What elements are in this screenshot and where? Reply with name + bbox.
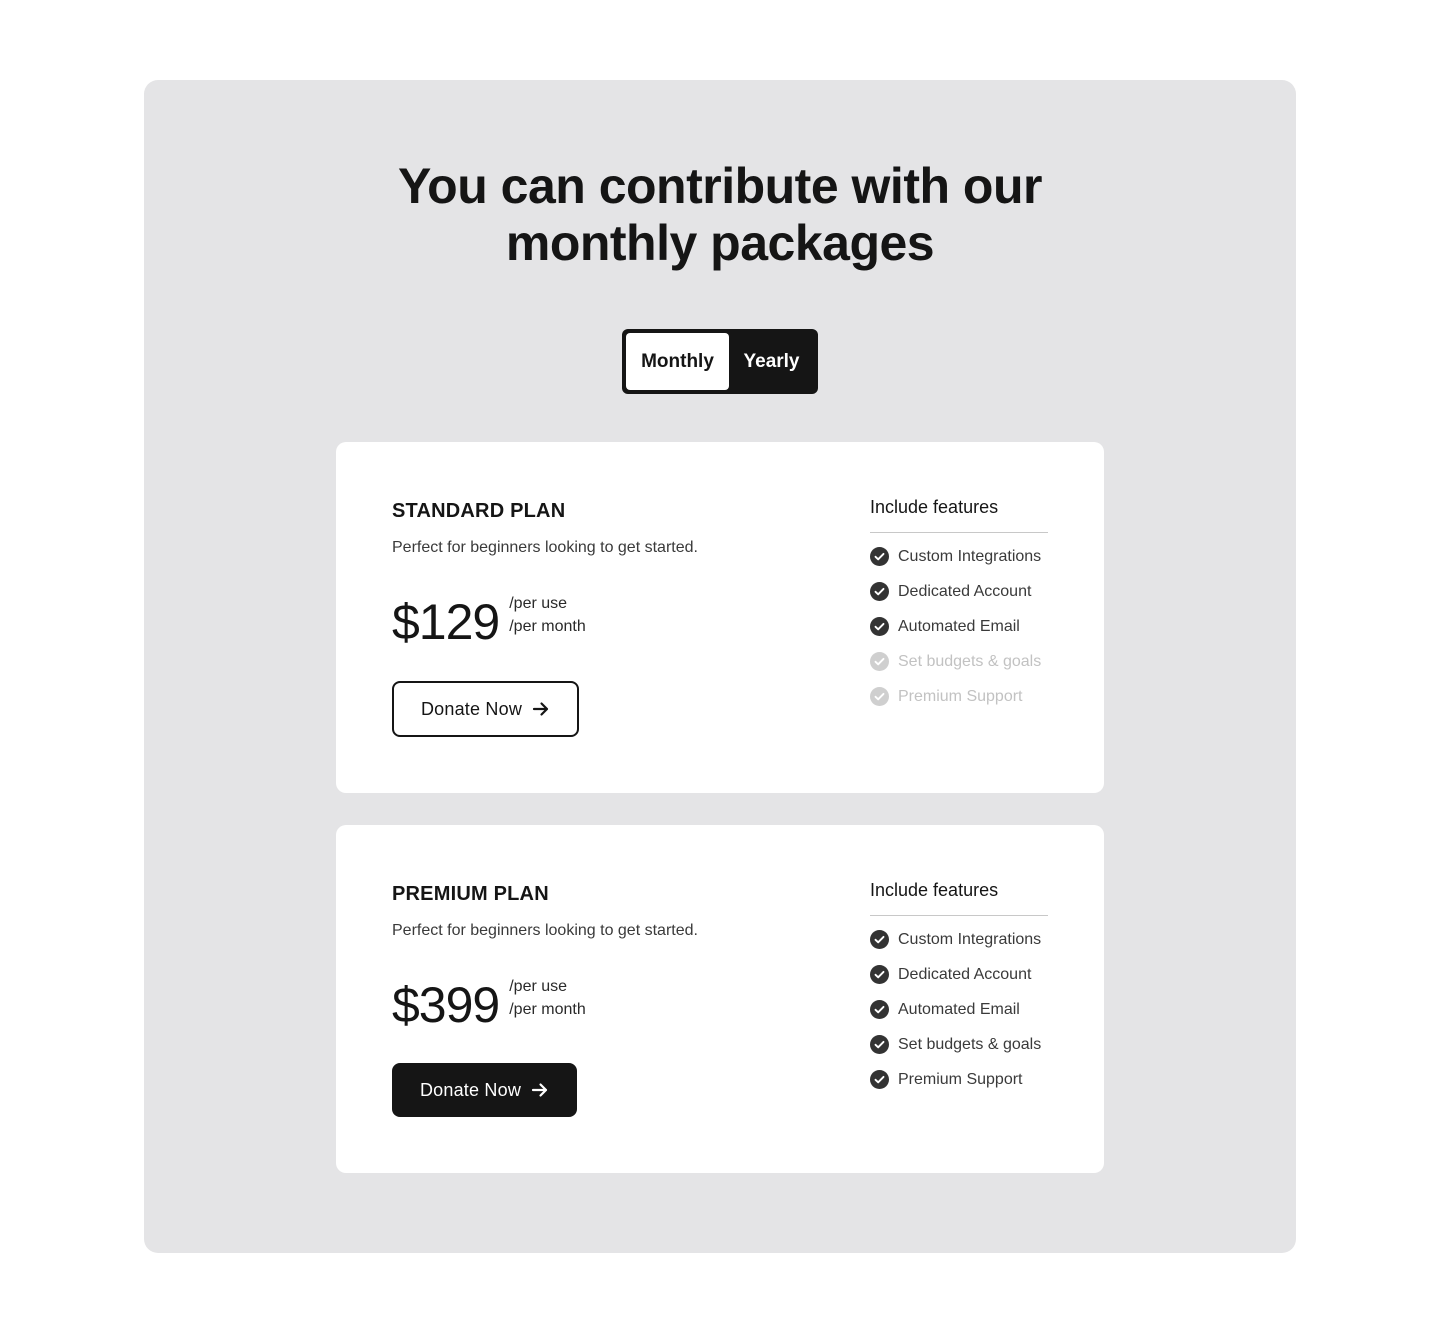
price-notes: /per use /per month: [509, 592, 585, 638]
feature-item-disabled: Set budgets & goals: [870, 644, 1048, 679]
check-circle-icon: [870, 1070, 889, 1089]
price-note-per-use: /per use: [509, 978, 568, 995]
pricing-section: You can contribute with our monthly pack…: [144, 80, 1296, 1253]
feature-label: Dedicated Account: [898, 582, 1032, 600]
plan-description: Perfect for beginners looking to get sta…: [392, 539, 698, 556]
check-circle-icon: [870, 1035, 889, 1054]
feature-item-disabled: Premium Support: [870, 679, 1048, 714]
feature-item: Custom Integrations: [870, 922, 1048, 957]
features-title: Include features: [870, 497, 1048, 533]
plan-price: $399: [392, 977, 500, 1033]
features-panel: Include features Custom Integrations Ded…: [870, 497, 1048, 714]
plan-description: Perfect for beginners looking to get sta…: [392, 922, 698, 939]
features-list: Custom Integrations Dedicated Account Au…: [870, 539, 1048, 714]
page-title-line-2: monthly packages: [505, 215, 935, 271]
donate-button-label: Donate Now: [419, 1079, 522, 1100]
feature-item: Premium Support: [870, 1062, 1048, 1097]
plan-card-premium: PREMIUM PLAN Perfect for beginners looki…: [336, 825, 1104, 1173]
price-notes: /per use /per month: [509, 975, 585, 1021]
check-circle-icon: [870, 617, 889, 636]
feature-label: Premium Support: [898, 687, 1023, 705]
feature-label: Premium Support: [898, 1070, 1023, 1088]
plan-name: STANDARD PLAN: [392, 500, 566, 522]
check-circle-icon: [870, 1000, 889, 1019]
arrow-right-icon: [532, 702, 549, 716]
check-circle-icon: [870, 547, 889, 566]
price-note-per-month: /per month: [509, 1001, 586, 1018]
feature-label: Set budgets & goals: [898, 652, 1042, 670]
donate-button[interactable]: Donate Now: [392, 681, 579, 737]
feature-item: Custom Integrations: [870, 539, 1048, 574]
billing-period-toggle: Monthly Yearly: [622, 329, 818, 394]
feature-item: Dedicated Account: [870, 957, 1048, 992]
feature-item: Dedicated Account: [870, 574, 1048, 609]
price-note-per-use: /per use: [509, 595, 568, 612]
feature-item: Automated Email: [870, 992, 1048, 1027]
arrow-right-icon: [531, 1083, 548, 1097]
features-panel: Include features Custom Integrations Ded…: [870, 880, 1048, 1097]
plan-name: PREMIUM PLAN: [392, 883, 549, 905]
check-circle-icon: [870, 582, 889, 601]
feature-label: Custom Integrations: [898, 930, 1042, 948]
feature-item: Automated Email: [870, 609, 1048, 644]
page-title-line-1: You can contribute with our: [398, 158, 1042, 214]
feature-label: Dedicated Account: [898, 965, 1032, 983]
check-circle-icon: [870, 965, 889, 984]
features-title: Include features: [870, 880, 1048, 916]
check-circle-icon: [870, 930, 889, 949]
price-block: $129 /per use /per month: [392, 592, 586, 650]
toggle-yearly[interactable]: Yearly: [729, 333, 814, 390]
check-circle-icon: [870, 687, 889, 706]
features-list: Custom Integrations Dedicated Account Au…: [870, 922, 1048, 1097]
page-title: You can contribute with our monthly pack…: [144, 158, 1296, 272]
plan-price: $129: [392, 594, 500, 650]
check-circle-icon: [870, 652, 889, 671]
feature-item: Set budgets & goals: [870, 1027, 1048, 1062]
price-note-per-month: /per month: [509, 618, 586, 635]
feature-label: Custom Integrations: [898, 547, 1042, 565]
donate-button[interactable]: Donate Now: [392, 1063, 577, 1117]
feature-label: Automated Email: [898, 617, 1020, 635]
feature-label: Automated Email: [898, 1000, 1020, 1018]
donate-button-label: Donate Now: [420, 698, 523, 719]
price-block: $399 /per use /per month: [392, 975, 586, 1033]
toggle-monthly[interactable]: Monthly: [626, 333, 729, 390]
feature-label: Set budgets & goals: [898, 1035, 1042, 1053]
plan-card-standard: STANDARD PLAN Perfect for beginners look…: [336, 442, 1104, 793]
